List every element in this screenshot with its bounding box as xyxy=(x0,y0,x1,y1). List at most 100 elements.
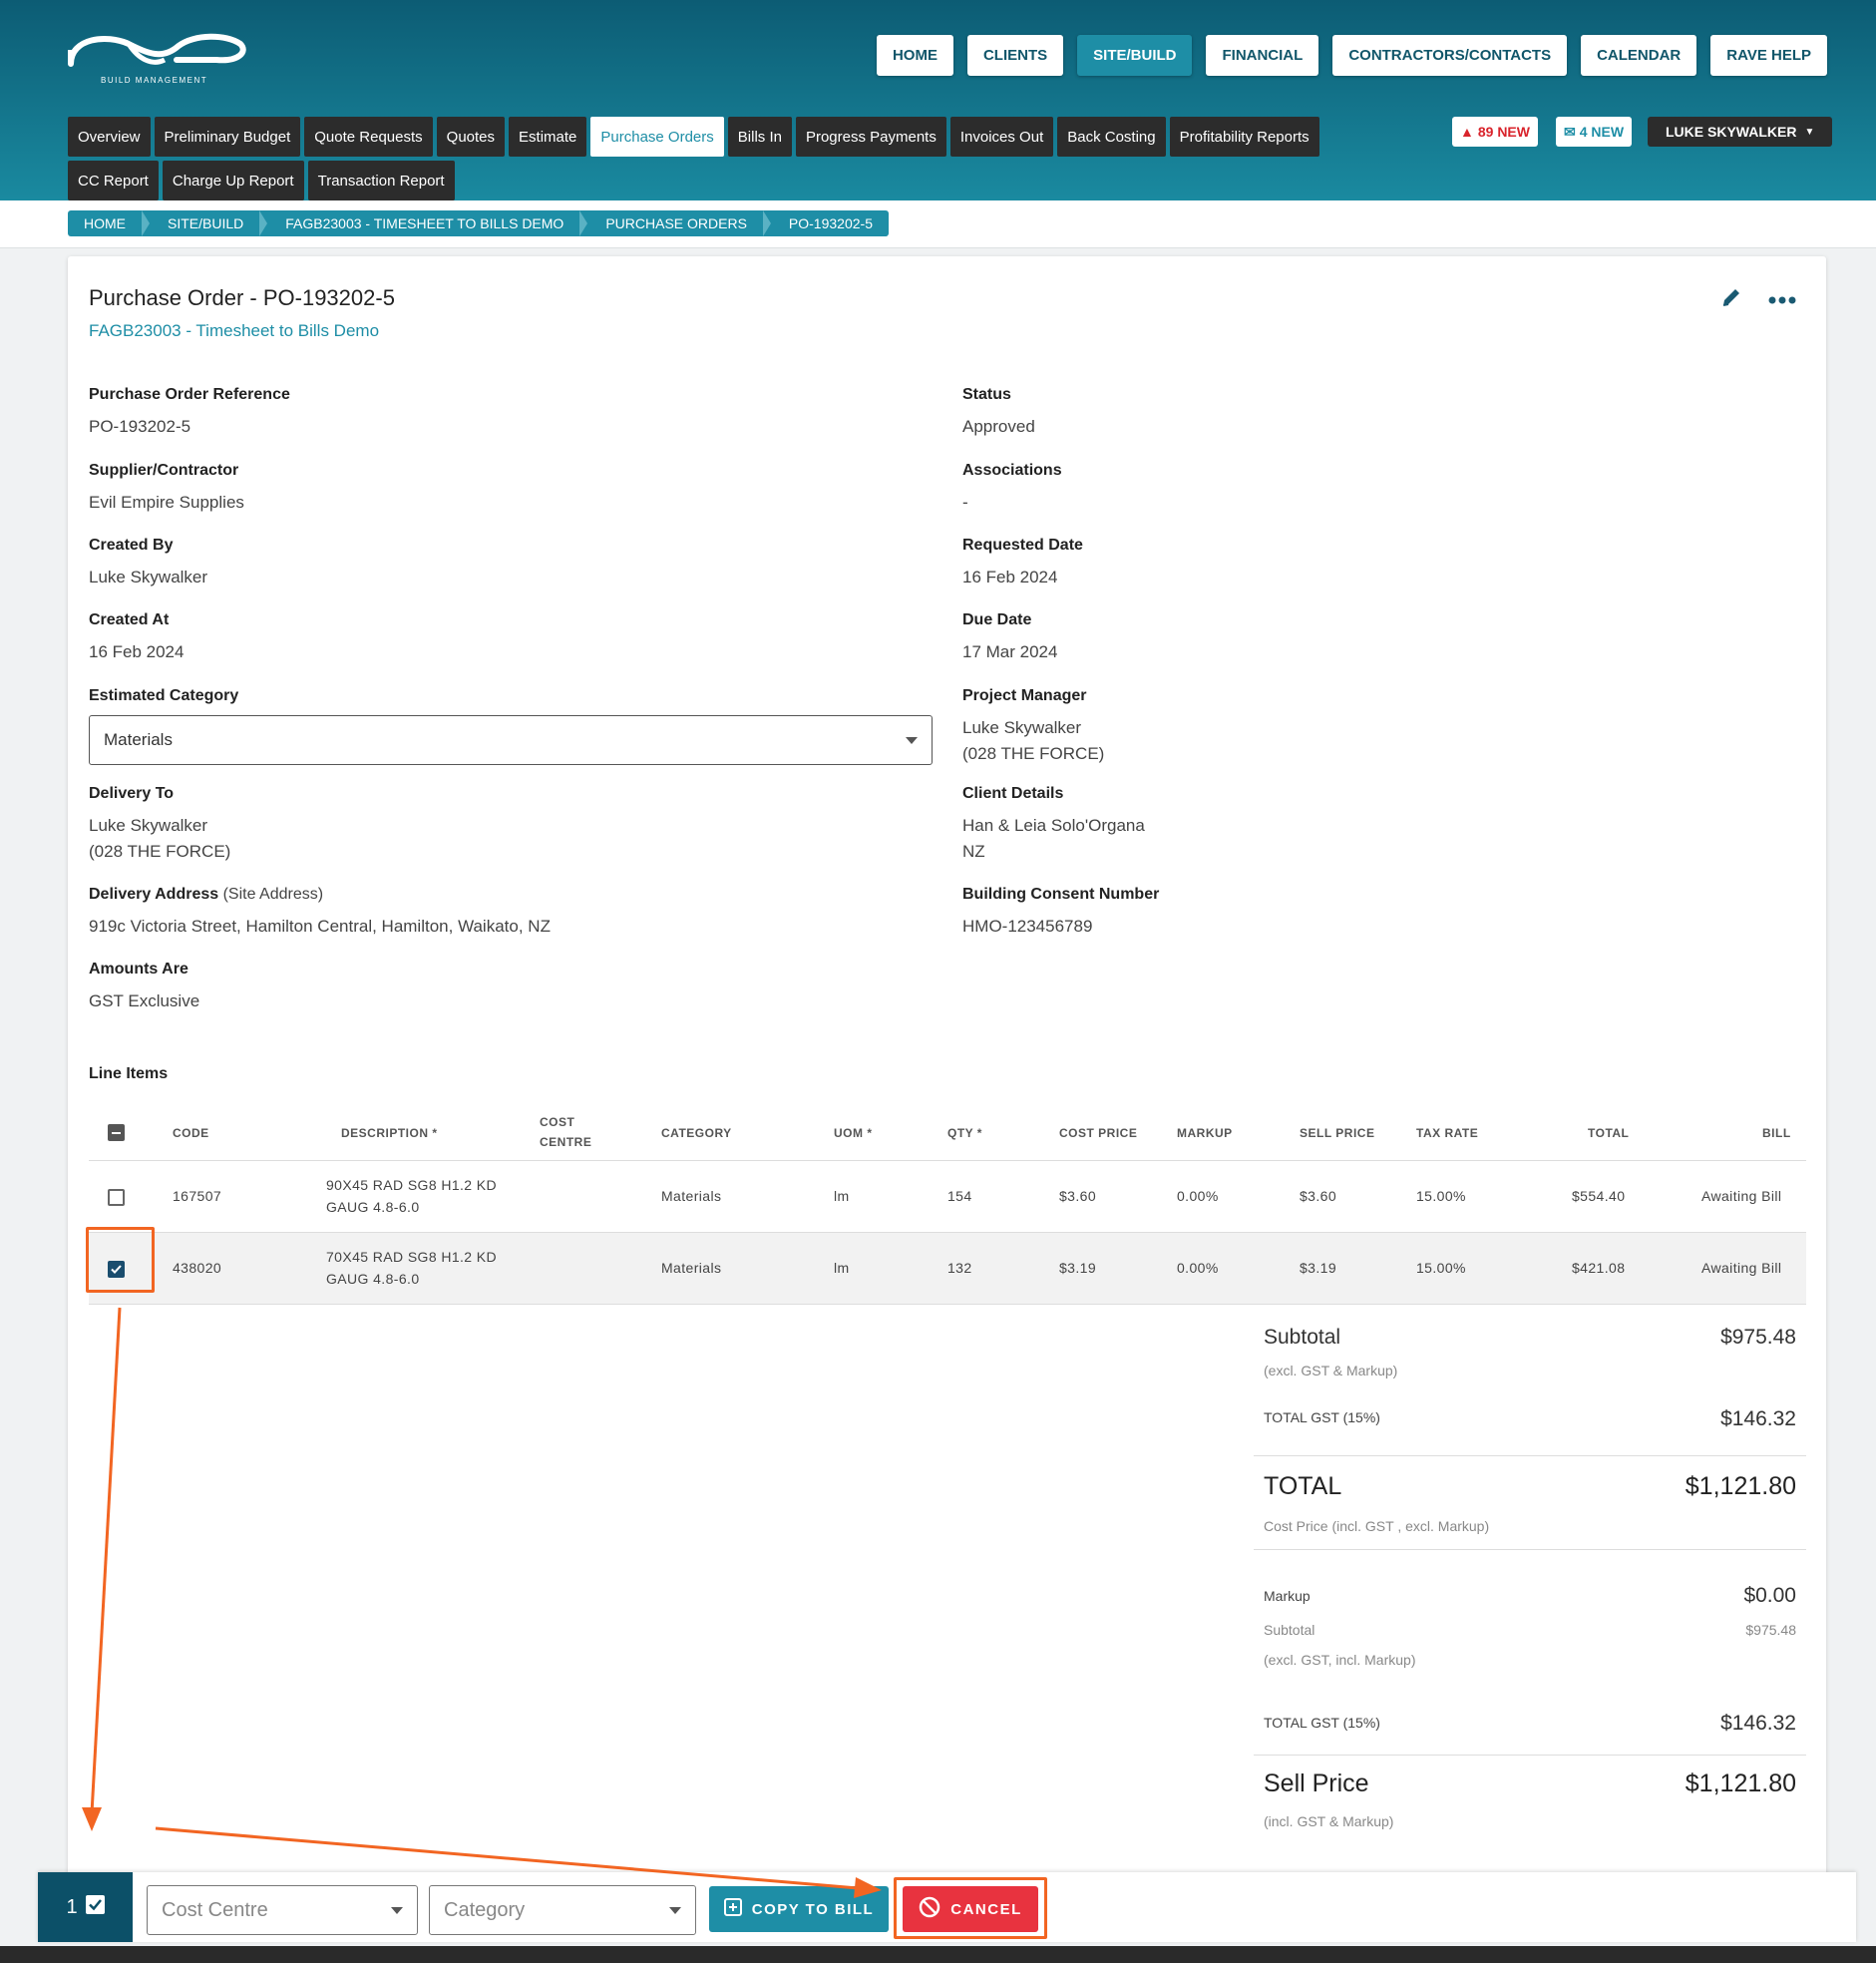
row-checkbox[interactable] xyxy=(108,1189,125,1206)
field-label: Supplier/Contractor xyxy=(89,462,239,479)
field-label: Due Date xyxy=(962,611,1032,628)
purchase-order-card: Purchase Order - PO-193202-5 FAGB23003 -… xyxy=(68,256,1826,1880)
sell-price-value: $1,121.80 xyxy=(1685,1769,1796,1797)
nav-contractors-contacts[interactable]: CONTRACTORS/CONTACTS xyxy=(1332,35,1568,76)
client-country: NZ xyxy=(962,842,985,861)
pencil-icon[interactable] xyxy=(1720,286,1742,313)
field-value: Luke Skywalker xyxy=(89,568,208,587)
field-value: Approved xyxy=(962,417,1035,436)
caret-down-icon xyxy=(391,1906,403,1914)
tab-back-costing[interactable]: Back Costing xyxy=(1057,117,1166,157)
markup-section: Markup $0.00 Subtotal $975.48 (excl. GST… xyxy=(1254,1549,1806,1755)
more-options-icon[interactable] xyxy=(1768,291,1796,309)
cost-centre-select[interactable]: Cost Centre xyxy=(147,1885,418,1935)
tab-cc-report[interactable]: CC Report xyxy=(68,161,159,200)
subtotal-note: (excl. GST & Markup) xyxy=(1264,1363,1398,1378)
delivery-to-name: Luke Skywalker xyxy=(89,816,208,835)
col-cost-price[interactable]: COST PRICE xyxy=(1059,1126,1137,1140)
cell-uom: lm xyxy=(834,1188,850,1204)
cell-total: $554.40 xyxy=(1572,1188,1626,1204)
nav-home[interactable]: HOME xyxy=(876,35,953,76)
sell-price-label: Sell Price xyxy=(1264,1769,1369,1797)
tab-quote-requests[interactable]: Quote Requests xyxy=(304,117,433,157)
estimated-category-select[interactable]: Materials xyxy=(89,715,933,765)
tab-overview[interactable]: Overview xyxy=(68,117,151,157)
field-label: Project Manager xyxy=(962,687,1087,704)
nav-calendar[interactable]: CALENDAR xyxy=(1581,35,1697,76)
field-label: Delivery Address (Site Address) xyxy=(89,886,551,904)
selected-count-number: 1 xyxy=(66,1895,78,1918)
cell-category: Materials xyxy=(661,1260,722,1276)
category-select[interactable]: Category xyxy=(429,1885,696,1935)
breadcrumb-home[interactable]: HOME xyxy=(68,210,150,236)
breadcrumb-purchase-orders[interactable]: PURCHASE ORDERS xyxy=(579,210,771,236)
col-total[interactable]: TOTAL xyxy=(1588,1126,1629,1140)
footer-bar xyxy=(0,1946,1876,1963)
table-row[interactable]: 167507 90X45 RAD SG8 H1.2 KD GAUG 4.8-6.… xyxy=(89,1161,1806,1233)
client-name: Han & Leia Solo'Organa xyxy=(962,816,1145,835)
cell-bill-status: Awaiting Bill xyxy=(1701,1260,1782,1276)
col-markup[interactable]: MARKUP xyxy=(1177,1126,1233,1140)
col-cost-centre-line1[interactable]: COST xyxy=(540,1115,574,1129)
warning-icon: ▲ xyxy=(1460,124,1474,140)
select-all-checkbox[interactable] xyxy=(108,1124,125,1141)
tab-profitability-reports[interactable]: Profitability Reports xyxy=(1169,117,1319,157)
col-tax-rate[interactable]: TAX RATE xyxy=(1416,1126,1478,1140)
field-status: Status Approved xyxy=(962,386,1035,440)
breadcrumb-current: PO-193202-5 xyxy=(788,215,873,231)
total-label: TOTAL xyxy=(1264,1472,1342,1500)
tab-quotes[interactable]: Quotes xyxy=(436,117,506,157)
tab-preliminary-budget[interactable]: Preliminary Budget xyxy=(154,117,301,157)
field-value: 919c Victoria Street, Hamilton Central, … xyxy=(89,917,551,936)
user-menu[interactable]: LUKE SKYWALKER ▼ xyxy=(1648,117,1833,147)
caret-down-icon xyxy=(669,1906,681,1914)
nav-rave-help[interactable]: RAVE HELP xyxy=(1710,35,1827,76)
field-value: - xyxy=(962,493,968,512)
tab-invoices-out[interactable]: Invoices Out xyxy=(949,117,1054,157)
col-code[interactable]: CODE xyxy=(173,1126,209,1140)
caret-down-icon: ▼ xyxy=(1804,126,1815,138)
cell-description-line1: 90X45 RAD SG8 H1.2 KD xyxy=(326,1177,498,1193)
app-header: BUILD MANAGEMENT HOME CLIENTS SITE/BUILD… xyxy=(0,0,1876,200)
tab-bills-in[interactable]: Bills In xyxy=(727,117,792,157)
field-value: 16 Feb 2024 xyxy=(962,568,1058,587)
copy-to-bill-button[interactable]: COPY TO BILL xyxy=(709,1886,889,1932)
nav-clients[interactable]: CLIENTS xyxy=(966,35,1064,76)
field-delivery-address: Delivery Address (Site Address) 919c Vic… xyxy=(89,886,551,940)
col-qty[interactable]: QTY * xyxy=(947,1126,982,1140)
field-label: Delivery To xyxy=(89,785,175,802)
tab-progress-payments[interactable]: Progress Payments xyxy=(795,117,946,157)
breadcrumb-site-build[interactable]: SITE/BUILD xyxy=(142,210,268,236)
col-bill[interactable]: BILL xyxy=(1762,1126,1791,1140)
table-row[interactable]: 438020 70X45 RAD SG8 H1.2 KD GAUG 4.8-6.… xyxy=(89,1233,1806,1305)
rave-logo[interactable]: BUILD MANAGEMENT xyxy=(67,30,246,86)
user-name: LUKE SKYWALKER xyxy=(1666,124,1797,140)
job-link[interactable]: FAGB23003 - Timesheet to Bills Demo xyxy=(89,321,379,341)
cell-qty: 132 xyxy=(947,1260,972,1276)
field-value: Luke Skywalker (028 THE FORCE) xyxy=(89,813,230,865)
nav-financial[interactable]: FINANCIAL xyxy=(1206,35,1319,76)
col-description[interactable]: DESCRIPTION * xyxy=(341,1126,438,1140)
tab-transaction-report[interactable]: Transaction Report xyxy=(307,161,455,200)
tab-estimate[interactable]: Estimate xyxy=(509,117,587,157)
cell-sell-price: $3.60 xyxy=(1300,1188,1337,1204)
nav-site-build[interactable]: SITE/BUILD xyxy=(1077,35,1193,76)
messages-badge[interactable]: ✉ 4 NEW xyxy=(1556,117,1633,147)
cell-tax-rate: 15.00% xyxy=(1416,1188,1466,1204)
tab-charge-up-report[interactable]: Charge Up Report xyxy=(162,161,304,200)
messages-count: 4 NEW xyxy=(1579,124,1625,140)
breadcrumb-job[interactable]: FAGB23003 - TIMESHEET TO BILLS DEMO xyxy=(259,210,588,236)
highlight-cancel-annotation xyxy=(894,1877,1047,1939)
field-po-reference: Purchase Order Reference PO-193202-5 xyxy=(89,386,290,440)
cell-code: 438020 xyxy=(173,1260,222,1276)
field-label: Estimated Category xyxy=(89,687,239,704)
selected-count: 1 xyxy=(38,1872,133,1942)
col-uom[interactable]: UOM * xyxy=(834,1126,873,1140)
alerts-badge[interactable]: ▲ 89 NEW xyxy=(1452,117,1538,147)
tab-purchase-orders[interactable]: Purchase Orders xyxy=(590,117,724,157)
field-value: Luke Skywalker (028 THE FORCE) xyxy=(962,715,1104,767)
col-sell-price[interactable]: SELL PRICE xyxy=(1300,1126,1374,1140)
select-value: Materials xyxy=(104,730,173,749)
col-cost-centre-line2[interactable]: CENTRE xyxy=(540,1135,591,1149)
col-category[interactable]: CATEGORY xyxy=(661,1126,732,1140)
